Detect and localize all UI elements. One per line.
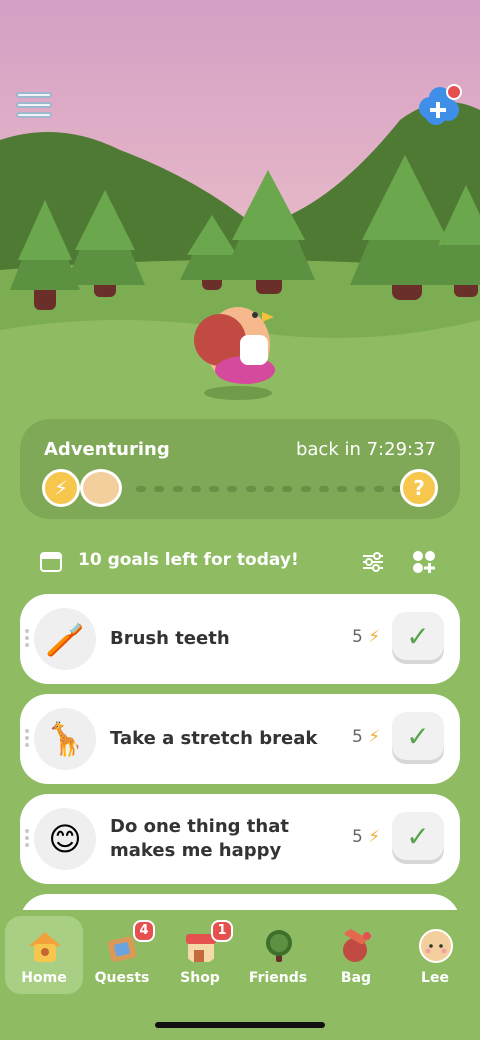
goal-energy-value: 5 [352,727,363,747]
goal-energy-value: 5 [352,627,363,647]
lightning-icon: ⚡ [368,727,381,747]
goal-card[interactable]: 🪥 Brush teeth 5 ⚡ ✓ [20,594,460,684]
goal-card[interactable]: 🦒 Take a stretch break 5 ⚡ ✓ [20,694,460,784]
smiling-face-icon: 😊 [34,808,96,870]
bag-icon [343,928,371,962]
nav-shop[interactable]: 1 Shop [161,916,239,994]
goal-label: Take a stretch break [110,728,318,749]
goals-left-text: 10 goals left for today! [78,550,299,570]
goals-header: 10 goals left for today! [40,548,440,576]
adventure-title: Adventuring [44,439,170,460]
nav-label: Home [21,970,67,986]
help-button[interactable]: ? [400,469,438,507]
goal-energy: 5 ⚡ [352,627,380,647]
add-friend-button[interactable] [418,84,464,128]
lightning-icon: ⚡ [42,469,80,507]
adventure-progress [136,486,402,492]
add-friend-icon [419,84,462,125]
filter-icon[interactable] [362,552,384,572]
calendar-icon [40,552,62,572]
nav-label: Quests [94,970,150,986]
nav-label: Lee [421,970,449,986]
goal-energy: 5 ⚡ [352,727,380,747]
drag-handle-icon[interactable] [25,629,31,649]
garden-scene [0,0,480,420]
goal-card[interactable]: 😊 Do one thing that makes me happy 5 ⚡ ✓ [20,794,460,884]
menu-line [16,102,52,108]
home-indicator [155,1022,325,1028]
lightning-icon: ⚡ [368,627,381,647]
nav-profile[interactable]: Lee [396,916,474,994]
drag-handle-icon[interactable] [25,729,31,749]
nav-quests[interactable]: 4 Quests [83,916,161,994]
lightning-icon: ⚡ [368,827,381,847]
avatar-icon [419,929,453,963]
menu-button[interactable] [14,90,54,122]
tree-icon [266,930,292,962]
nav-label: Shop [180,970,220,986]
drag-handle-icon[interactable] [25,829,31,849]
house-icon [29,932,61,962]
goal-energy-value: 5 [352,827,363,847]
nav-bag[interactable]: Bag [317,916,395,994]
quests-badge: 4 [133,920,155,942]
shop-badge: 1 [211,920,233,942]
giraffe-icon: 🦒 [34,708,96,770]
adventure-timer: back in 7:29:37 [295,439,436,460]
complete-goal-button[interactable]: ✓ [392,812,444,860]
goal-energy: 5 ⚡ [352,827,380,847]
adventure-card: Adventuring back in 7:29:37 ⚡ ? [20,419,460,519]
nav-home[interactable]: Home [5,916,83,994]
toothbrush-icon: 🪥 [34,608,96,670]
character-face-icon [80,469,122,507]
complete-goal-button[interactable]: ✓ [392,612,444,660]
bottom-nav: Home 4 Quests 1 Shop Friends Bag Lee [0,910,480,1040]
nav-friends[interactable]: Friends [239,916,317,994]
nav-label: Bag [340,970,372,986]
scene-illustration [0,0,480,420]
nav-label: Friends [248,970,308,986]
add-goal-grid-icon[interactable] [412,550,436,574]
menu-line [16,92,52,98]
goal-label: Brush teeth [110,628,230,649]
complete-goal-button[interactable]: ✓ [392,712,444,760]
menu-line [16,112,52,118]
goal-label: Do one thing that makes me happy [110,816,289,861]
